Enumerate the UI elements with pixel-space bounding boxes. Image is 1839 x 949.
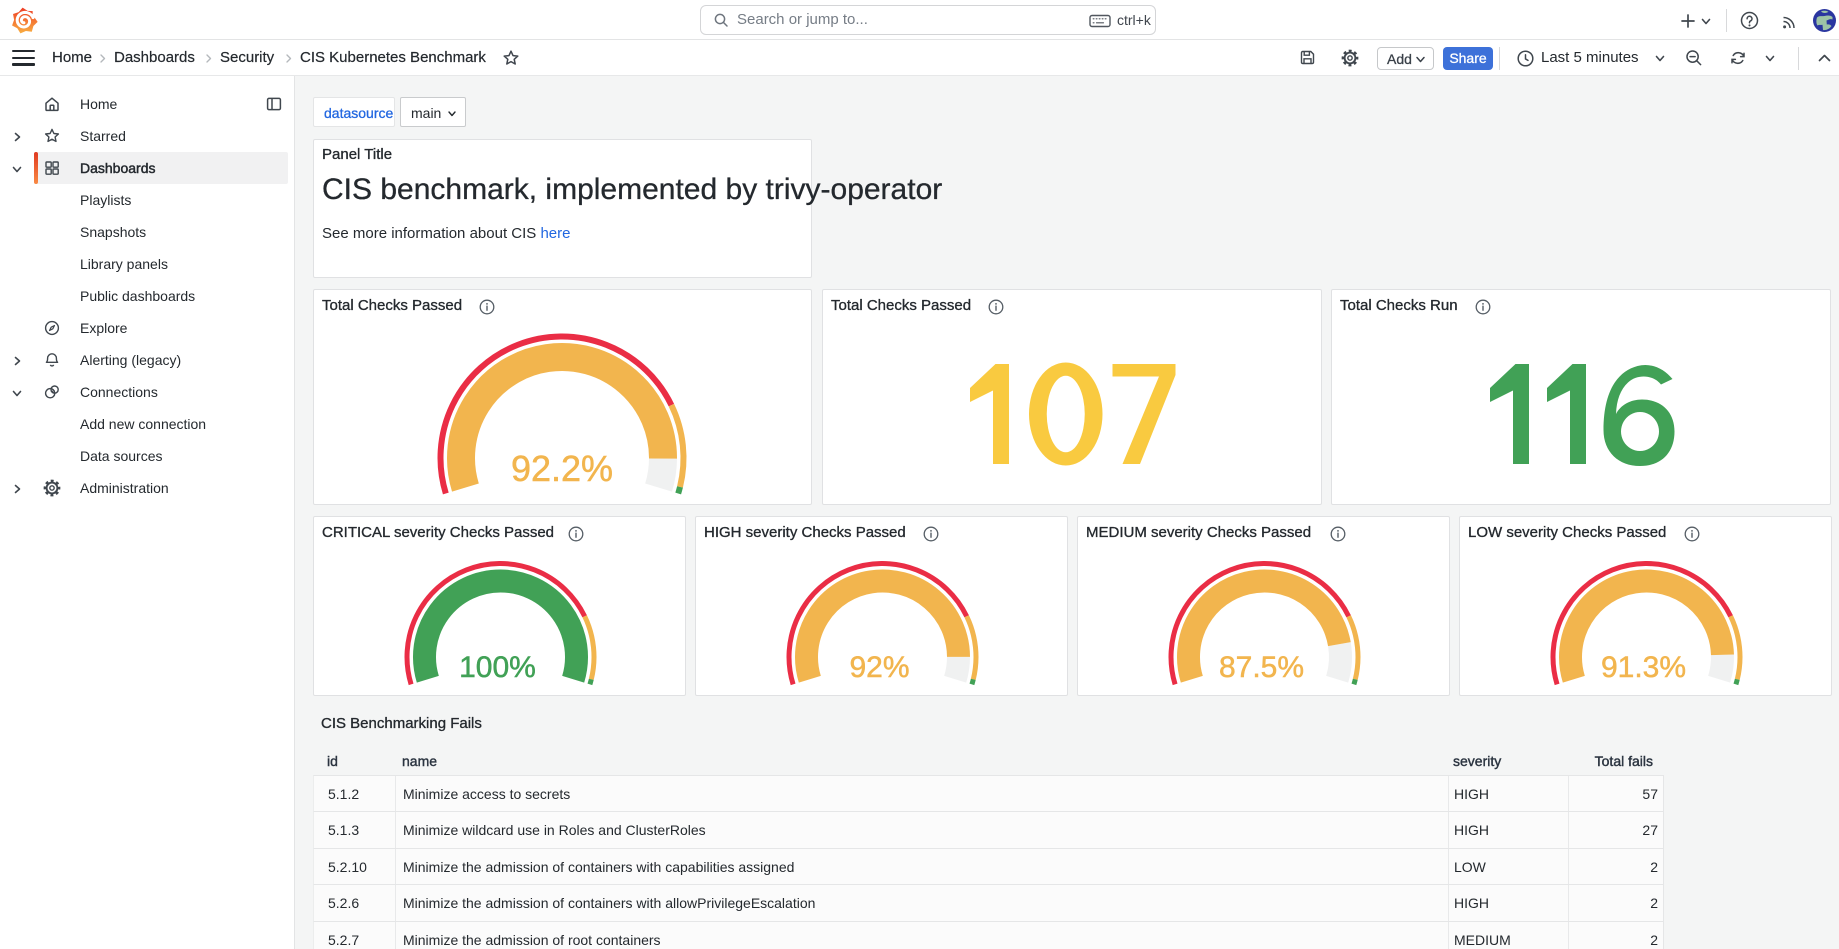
svg-text:92.2%: 92.2% (511, 448, 613, 489)
svg-text:100%: 100% (459, 651, 536, 684)
svg-text:91.3%: 91.3% (1601, 651, 1686, 684)
svg-text:87.5%: 87.5% (1219, 651, 1304, 684)
svg-text:92%: 92% (849, 651, 909, 684)
